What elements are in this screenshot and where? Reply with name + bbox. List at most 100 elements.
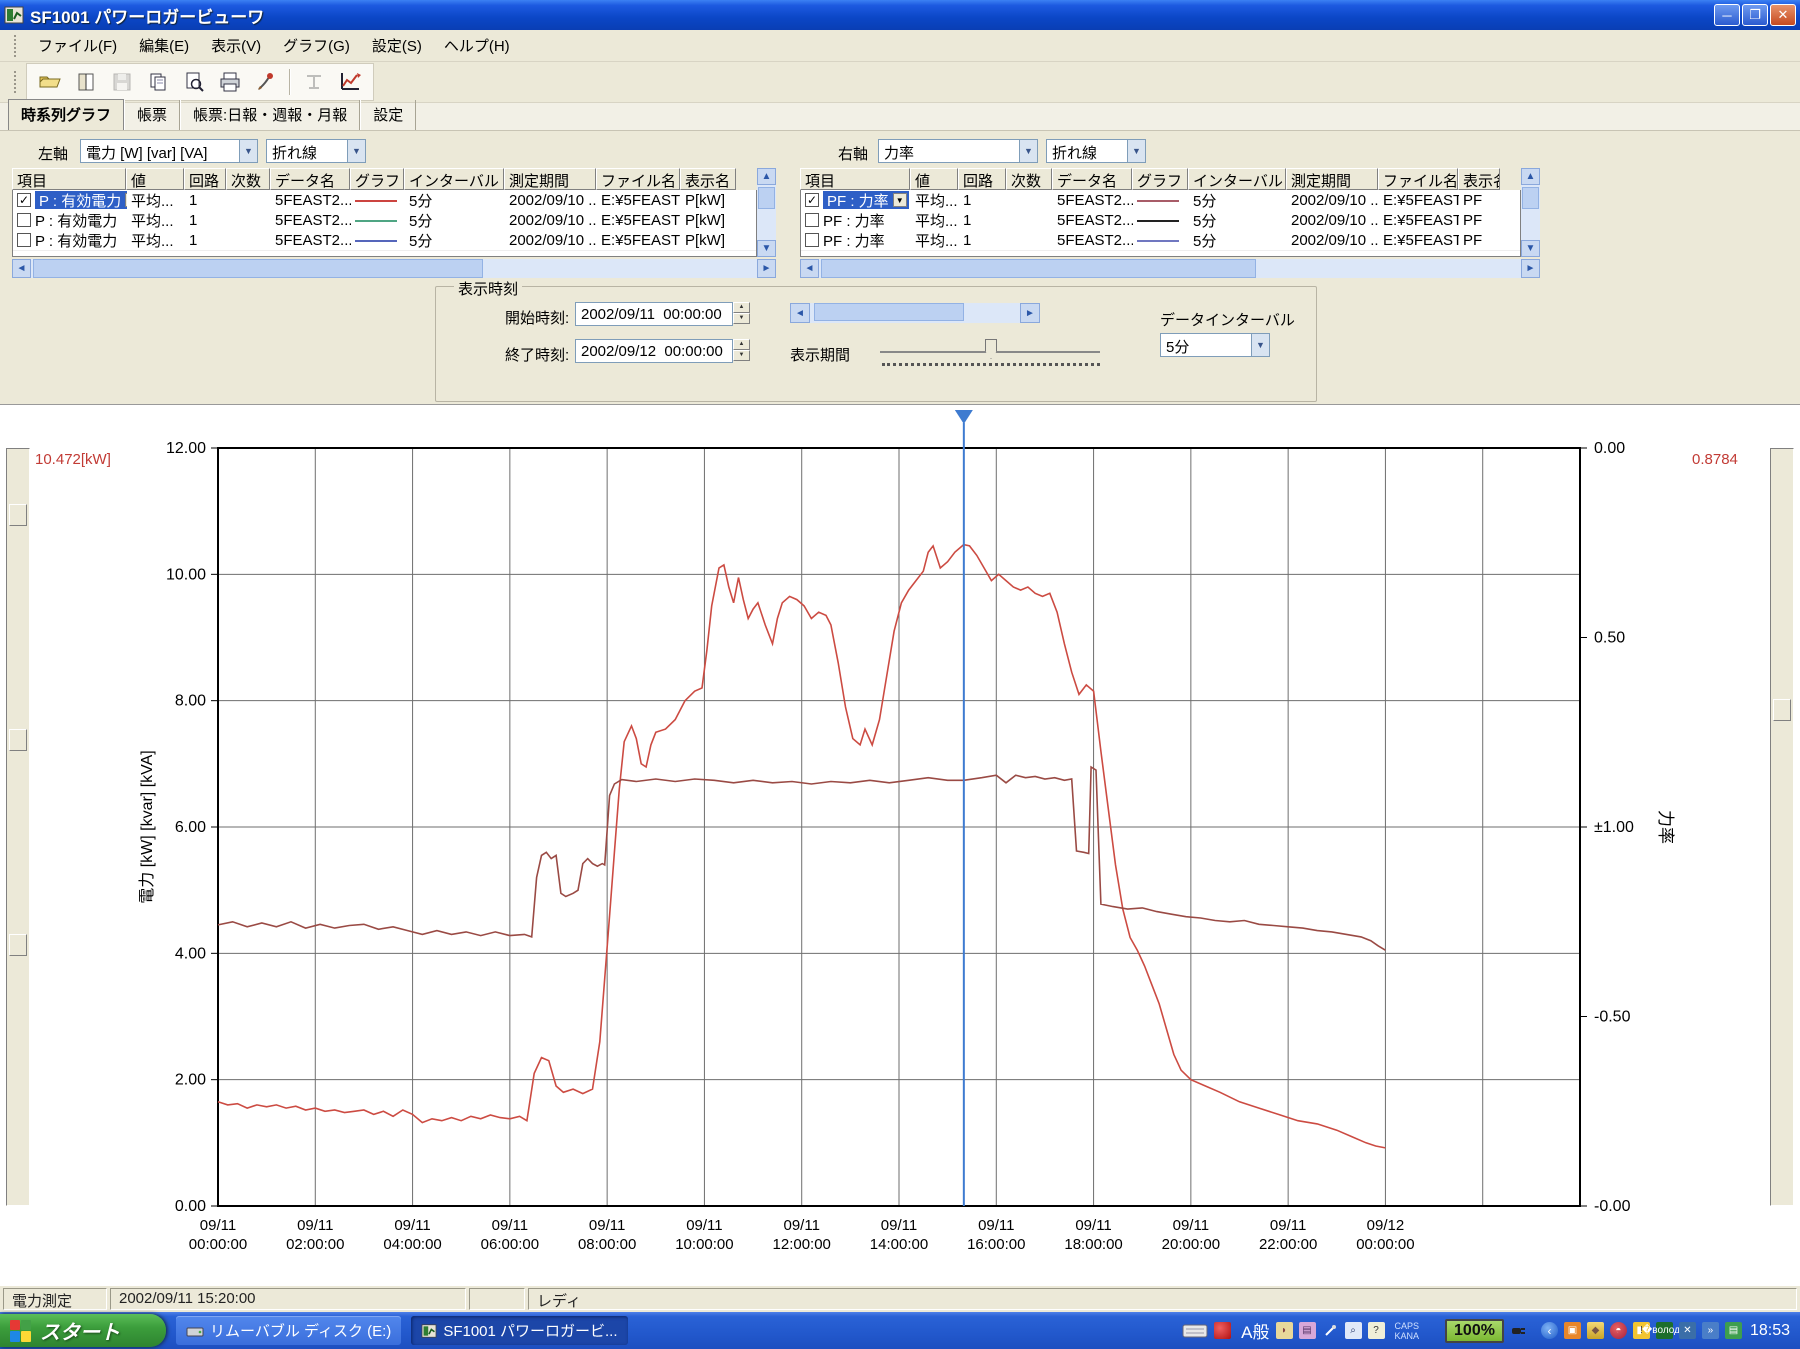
- time-scroll-thumb[interactable]: [814, 303, 964, 321]
- title-bar[interactable]: SF1001 パワーロガービューワ ─ ❐ ✕: [0, 0, 1800, 30]
- column-header-order[interactable]: 次数: [1006, 168, 1052, 190]
- column-header-item[interactable]: 項目: [800, 168, 910, 190]
- table-row[interactable]: PF : 力率平均...15FEAST2...5分2002/09/10 ...E…: [801, 230, 1520, 250]
- right-slider-thumb[interactable]: [1773, 699, 1791, 721]
- ime-dictionary-icon[interactable]: ▤: [1299, 1322, 1316, 1339]
- column-header-order[interactable]: 次数: [226, 168, 270, 190]
- chevron-down-icon[interactable]: ▼: [239, 140, 257, 162]
- menu-item-5[interactable]: ヘルプ(H): [434, 31, 520, 60]
- start-time-input[interactable]: [575, 302, 733, 326]
- marker-icon[interactable]: [297, 67, 331, 97]
- taskbar-button-sf1001[interactable]: SF1001 パワーロガービ...: [411, 1316, 627, 1345]
- tab-1[interactable]: 帳票: [124, 100, 180, 130]
- left-style-combo[interactable]: 折れ線 ▼: [266, 139, 366, 163]
- restore-button[interactable]: ❐: [1742, 4, 1768, 26]
- tab-3[interactable]: 設定: [360, 100, 416, 130]
- tray-network-error-icon[interactable]: ✕: [1679, 1322, 1696, 1339]
- battery-meter[interactable]: 100%: [1445, 1319, 1504, 1343]
- selected-item-chip[interactable]: P : 有効電力▼: [35, 191, 127, 209]
- tray-app-orange-icon[interactable]: ▣: [1564, 1322, 1581, 1339]
- menu-item-2[interactable]: 表示(V): [201, 31, 271, 60]
- tray-network-activity-icon[interactable]: »: [1702, 1322, 1719, 1339]
- column-header-interval[interactable]: インターバル: [1188, 168, 1286, 190]
- scroll-right-icon[interactable]: ►: [1020, 303, 1040, 323]
- menu-item-0[interactable]: ファイル(F): [28, 31, 127, 60]
- chevron-down-icon[interactable]: ▼: [347, 140, 365, 162]
- power-plug-icon[interactable]: [1510, 1322, 1527, 1339]
- menu-item-4[interactable]: 設定(S): [362, 31, 432, 60]
- right-axis-combo[interactable]: 力率 ▼: [878, 139, 1038, 163]
- table-row[interactable]: PF : 力率平均...15FEAST2...5分2002/09/10 ...E…: [801, 210, 1520, 230]
- scroll-left-icon[interactable]: ◄: [790, 303, 810, 323]
- column-header-circuit[interactable]: 回路: [184, 168, 226, 190]
- column-header-interval[interactable]: インターバル: [404, 168, 504, 190]
- column-header-graph[interactable]: グラフ: [1132, 168, 1188, 190]
- brush-icon[interactable]: [249, 67, 283, 97]
- tray-shield-gold-icon[interactable]: ◆: [1587, 1322, 1604, 1339]
- tray-antivirus-icon[interactable]: ◓: [1610, 1322, 1627, 1339]
- menu-item-1[interactable]: 編集(E): [129, 31, 199, 60]
- right-style-combo[interactable]: 折れ線 ▼: [1046, 139, 1146, 163]
- chevron-down-icon[interactable]: ▼: [1019, 140, 1037, 162]
- ime-ball-icon[interactable]: [1214, 1322, 1231, 1339]
- chart-icon[interactable]: [333, 67, 367, 97]
- row-checkbox[interactable]: ✓: [17, 193, 31, 207]
- row-checkbox[interactable]: ✓: [805, 193, 819, 207]
- table-row[interactable]: ✓P : 有効電力▼平均...15FEAST2...5分2002/09/10 .…: [13, 190, 756, 210]
- chevron-down-icon[interactable]: ▼: [1127, 140, 1145, 162]
- tab-2[interactable]: 帳票:日報・週報・月報: [180, 100, 360, 130]
- right-cursor-slider[interactable]: [1770, 448, 1794, 1206]
- chevron-down-icon[interactable]: ▼: [1251, 334, 1269, 356]
- table-vertical-scrollbar[interactable]: ▲▼: [757, 168, 776, 257]
- taskbar-button-removable-disk[interactable]: リムーバブル ディスク (E:): [176, 1316, 401, 1345]
- table-horizontal-scrollbar[interactable]: ◄►: [800, 259, 1540, 278]
- tray-signal-icon[interactable]: ▮�володим: [1656, 1322, 1673, 1339]
- end-time-spinner[interactable]: ▲▼: [733, 339, 750, 361]
- row-checkbox[interactable]: [17, 213, 31, 227]
- left-axis-combo[interactable]: 電力 [W] [var] [VA] ▼: [80, 139, 258, 163]
- binder-icon[interactable]: [69, 67, 103, 97]
- ime-mode-indicator[interactable]: A般: [1241, 1318, 1269, 1343]
- copy-icon[interactable]: [141, 67, 175, 97]
- minimize-button[interactable]: ─: [1714, 4, 1740, 26]
- column-header-period[interactable]: 測定期間: [1286, 168, 1378, 190]
- tray-document-icon[interactable]: ▤: [1725, 1322, 1742, 1339]
- table-vertical-scrollbar[interactable]: ▲▼: [1521, 168, 1540, 257]
- tab-0[interactable]: 時系列グラフ: [8, 99, 124, 130]
- column-header-display[interactable]: 表示名: [1458, 168, 1500, 190]
- column-header-period[interactable]: 測定期間: [504, 168, 596, 190]
- column-header-item[interactable]: 項目: [12, 168, 126, 190]
- table-row[interactable]: ✓PF : 力率▼平均...15FEAST2...5分2002/09/10 ..…: [801, 190, 1520, 210]
- table-horizontal-scrollbar[interactable]: ◄►: [12, 259, 776, 278]
- keyboard-icon[interactable]: [1182, 1324, 1208, 1338]
- ime-help-icon[interactable]: ?: [1368, 1322, 1385, 1339]
- open-folder-icon[interactable]: [33, 67, 67, 97]
- start-button[interactable]: スタート: [0, 1314, 166, 1347]
- close-button[interactable]: ✕: [1770, 4, 1796, 26]
- table-row[interactable]: P : 有効電力平均...15FEAST2...5分2002/09/10 ...…: [13, 230, 756, 250]
- left-slider-thumb[interactable]: [9, 504, 27, 526]
- column-header-file[interactable]: ファイル名: [596, 168, 680, 190]
- menu-item-3[interactable]: グラフ(G): [273, 31, 360, 60]
- table-row[interactable]: P : 有効電力平均...15FEAST2...5分2002/09/10 ...…: [13, 210, 756, 230]
- column-header-dataname[interactable]: データ名: [270, 168, 350, 190]
- ime-props-icon[interactable]: ⌕: [1345, 1322, 1362, 1339]
- column-header-graph[interactable]: グラフ: [350, 168, 404, 190]
- start-time-spinner[interactable]: ▲▼: [733, 302, 750, 324]
- row-checkbox[interactable]: [805, 213, 819, 227]
- data-interval-combo[interactable]: 5分 ▼: [1160, 333, 1270, 357]
- left-slider-thumb[interactable]: [9, 934, 27, 956]
- left-slider-thumb[interactable]: [9, 729, 27, 751]
- ime-palette-icon[interactable]: ◗: [1276, 1322, 1293, 1339]
- end-time-input[interactable]: [575, 339, 733, 363]
- column-header-display[interactable]: 表示名: [680, 168, 736, 190]
- row-checkbox[interactable]: [17, 233, 31, 247]
- save-icon[interactable]: [105, 67, 139, 97]
- row-checkbox[interactable]: [805, 233, 819, 247]
- column-header-value[interactable]: 値: [126, 168, 184, 190]
- selected-item-chip[interactable]: PF : 力率▼: [823, 191, 909, 209]
- column-header-dataname[interactable]: データ名: [1052, 168, 1132, 190]
- hide-tray-icons-icon[interactable]: ‹: [1541, 1322, 1558, 1339]
- column-header-value[interactable]: 値: [910, 168, 958, 190]
- time-scrollbar[interactable]: ◄ ►: [790, 303, 1040, 323]
